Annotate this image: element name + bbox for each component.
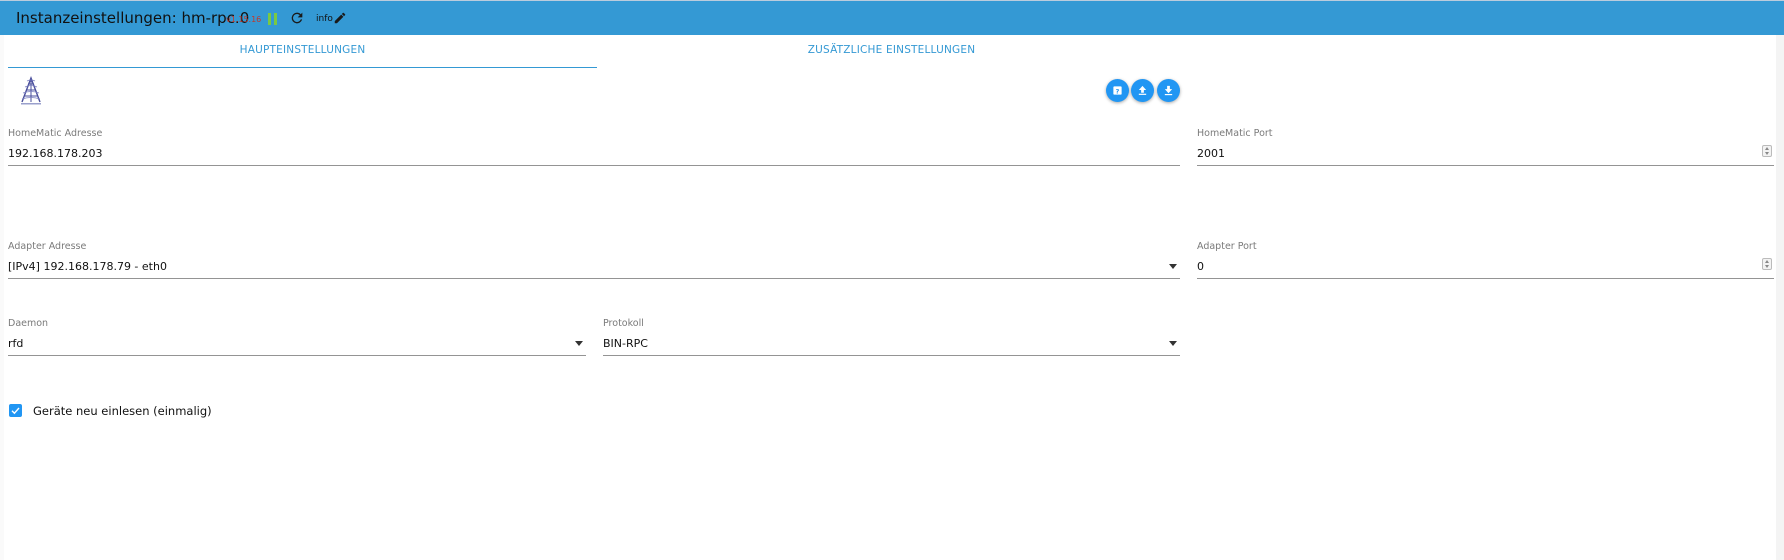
homematic-port-input[interactable]: 2001 bbox=[1197, 147, 1225, 160]
input-underline bbox=[603, 355, 1180, 356]
help-icon: ? bbox=[1113, 86, 1122, 95]
chevron-down-icon[interactable] bbox=[1169, 264, 1177, 269]
adapter-port-input[interactable]: 0 bbox=[1197, 260, 1204, 273]
reload-devices-label[interactable]: Geräte neu einlesen (einmalig) bbox=[33, 404, 212, 418]
edit-icon[interactable] bbox=[333, 11, 347, 25]
input-underline bbox=[1197, 165, 1774, 166]
adapter-address-value[interactable]: [IPv4] 192.168.178.79 - eth0 bbox=[8, 260, 167, 273]
upload-button[interactable] bbox=[1131, 79, 1154, 102]
protocol-label: Protokoll bbox=[603, 318, 644, 329]
reload-devices-checkbox[interactable] bbox=[9, 404, 22, 417]
page-title: Instanzeinstellungen: hm-rpc.0 bbox=[16, 9, 250, 27]
daemon-label: Daemon bbox=[8, 318, 49, 329]
chevron-down-icon[interactable] bbox=[1169, 341, 1177, 346]
input-underline bbox=[8, 355, 586, 356]
homematic-address-input[interactable]: 192.168.178.203 bbox=[8, 147, 102, 160]
input-underline bbox=[1197, 278, 1774, 279]
info-link[interactable]: info bbox=[316, 14, 333, 24]
chevron-down-icon[interactable] bbox=[575, 341, 583, 346]
homematic-port-label: HomeMatic Port bbox=[1197, 128, 1273, 139]
help-button[interactable]: ? bbox=[1106, 79, 1129, 102]
svg-text:?: ? bbox=[1116, 87, 1120, 95]
adapter-address-select[interactable]: Adapter Adresse [IPv4] 192.168.178.79 - … bbox=[8, 241, 1180, 281]
pause-icon[interactable] bbox=[268, 13, 277, 25]
port-stepper[interactable] bbox=[1762, 145, 1772, 157]
homematic-address-label: HomeMatic Adresse bbox=[8, 128, 103, 139]
checkmark-icon bbox=[11, 407, 20, 415]
homematic-logo-icon bbox=[21, 76, 41, 105]
homematic-address-field[interactable]: HomeMatic Adresse 192.168.178.203 bbox=[8, 128, 1180, 168]
active-tab-indicator bbox=[8, 67, 597, 68]
adapter-port-label: Adapter Port bbox=[1197, 241, 1257, 252]
upload-icon bbox=[1138, 85, 1147, 95]
version-label: v1.15.16 bbox=[226, 15, 262, 24]
input-underline bbox=[8, 165, 1180, 166]
input-underline bbox=[8, 278, 1180, 279]
protocol-select[interactable]: Protokoll BIN-RPC bbox=[603, 318, 1180, 358]
adapter-address-label: Adapter Adresse bbox=[8, 241, 87, 252]
protocol-value[interactable]: BIN-RPC bbox=[603, 337, 648, 350]
scrollbar[interactable] bbox=[1776, 35, 1784, 560]
instance-settings-header: Instanzeinstellungen: hm-rpc.0 v1.15.16 … bbox=[0, 0, 1784, 35]
port-stepper[interactable] bbox=[1762, 258, 1772, 270]
tab-additional-settings[interactable]: ZUSÄTZLICHE EINSTELLUNGEN bbox=[597, 44, 1186, 56]
left-edge bbox=[0, 35, 4, 560]
homematic-port-field[interactable]: HomeMatic Port 2001 bbox=[1197, 128, 1774, 168]
tab-main-settings[interactable]: HAUPTEINSTELLUNGEN bbox=[8, 44, 597, 56]
adapter-port-field[interactable]: Adapter Port 0 bbox=[1197, 241, 1774, 281]
daemon-value[interactable]: rfd bbox=[8, 337, 23, 350]
download-icon bbox=[1164, 85, 1173, 96]
download-button[interactable] bbox=[1157, 79, 1180, 102]
reload-icon[interactable] bbox=[289, 10, 305, 26]
daemon-select[interactable]: Daemon rfd bbox=[8, 318, 586, 358]
